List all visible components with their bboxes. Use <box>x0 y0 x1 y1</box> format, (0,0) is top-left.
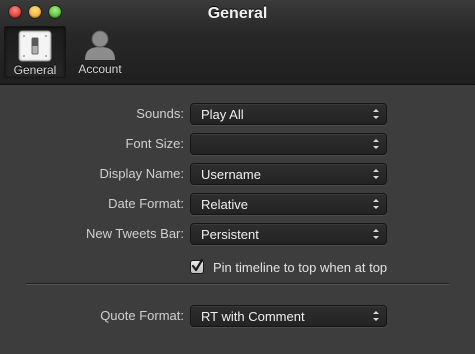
date-format-label: Date Format: <box>108 196 184 211</box>
sounds-row: Sounds: Play All <box>0 103 475 125</box>
chevron-updown-icon <box>373 311 379 321</box>
new-tweets-bar-value: Persistent <box>201 227 259 242</box>
chevron-updown-icon <box>373 169 379 179</box>
pin-timeline-checkbox[interactable] <box>190 259 204 274</box>
chevron-updown-icon <box>373 139 379 149</box>
quote-format-label: Quote Format: <box>100 308 184 323</box>
font-size-label: Font Size: <box>125 136 184 151</box>
window-title: General <box>207 5 268 22</box>
titlebar: General General Account <box>0 0 475 85</box>
switch-icon <box>17 30 53 62</box>
checkmark-icon <box>191 259 204 272</box>
date-format-row: Date Format: Relative <box>0 193 475 215</box>
preferences-window: General General Account Sounds: Play All… <box>0 0 475 354</box>
quote-format-popup[interactable]: RT with Comment <box>190 305 387 327</box>
new-tweets-bar-row: New Tweets Bar: Persistent <box>0 223 475 245</box>
sounds-popup[interactable]: Play All <box>190 103 387 125</box>
display-name-label: Display Name: <box>99 166 184 181</box>
date-format-value: Relative <box>201 197 248 212</box>
toolbar-tab-general[interactable]: General <box>4 26 66 78</box>
pin-timeline-option: Pin timeline to top when at top <box>190 259 450 278</box>
sounds-value: Play All <box>201 107 244 122</box>
display-name-popup[interactable]: Username <box>190 163 387 185</box>
date-format-popup[interactable]: Relative <box>190 193 387 215</box>
font-size-row: Font Size: <box>0 133 475 155</box>
display-name-value: Username <box>201 167 261 182</box>
chevron-updown-icon <box>373 199 379 209</box>
sounds-label: Sounds: <box>136 106 184 121</box>
new-tweets-bar-label: New Tweets Bar: <box>85 226 184 241</box>
pin-timeline-label[interactable]: Pin timeline to top when at top <box>213 260 387 275</box>
preferences-pane: Sounds: Play All Font Size: Display Name… <box>0 85 475 354</box>
font-size-popup[interactable] <box>190 133 387 155</box>
separator <box>26 283 449 285</box>
toolbar-tab-account[interactable]: Account <box>70 26 130 78</box>
quote-format-row: Quote Format: RT with Comment <box>0 305 475 327</box>
new-tweets-bar-popup[interactable]: Persistent <box>190 223 387 245</box>
display-name-row: Display Name: Username <box>0 163 475 185</box>
quote-format-value: RT with Comment <box>201 309 305 324</box>
chevron-updown-icon <box>373 229 379 239</box>
person-icon <box>82 29 118 61</box>
chevron-updown-icon <box>373 109 379 119</box>
toolbar-tab-account-label: Account <box>78 62 122 76</box>
toolbar-tab-general-label: General <box>13 63 57 77</box>
